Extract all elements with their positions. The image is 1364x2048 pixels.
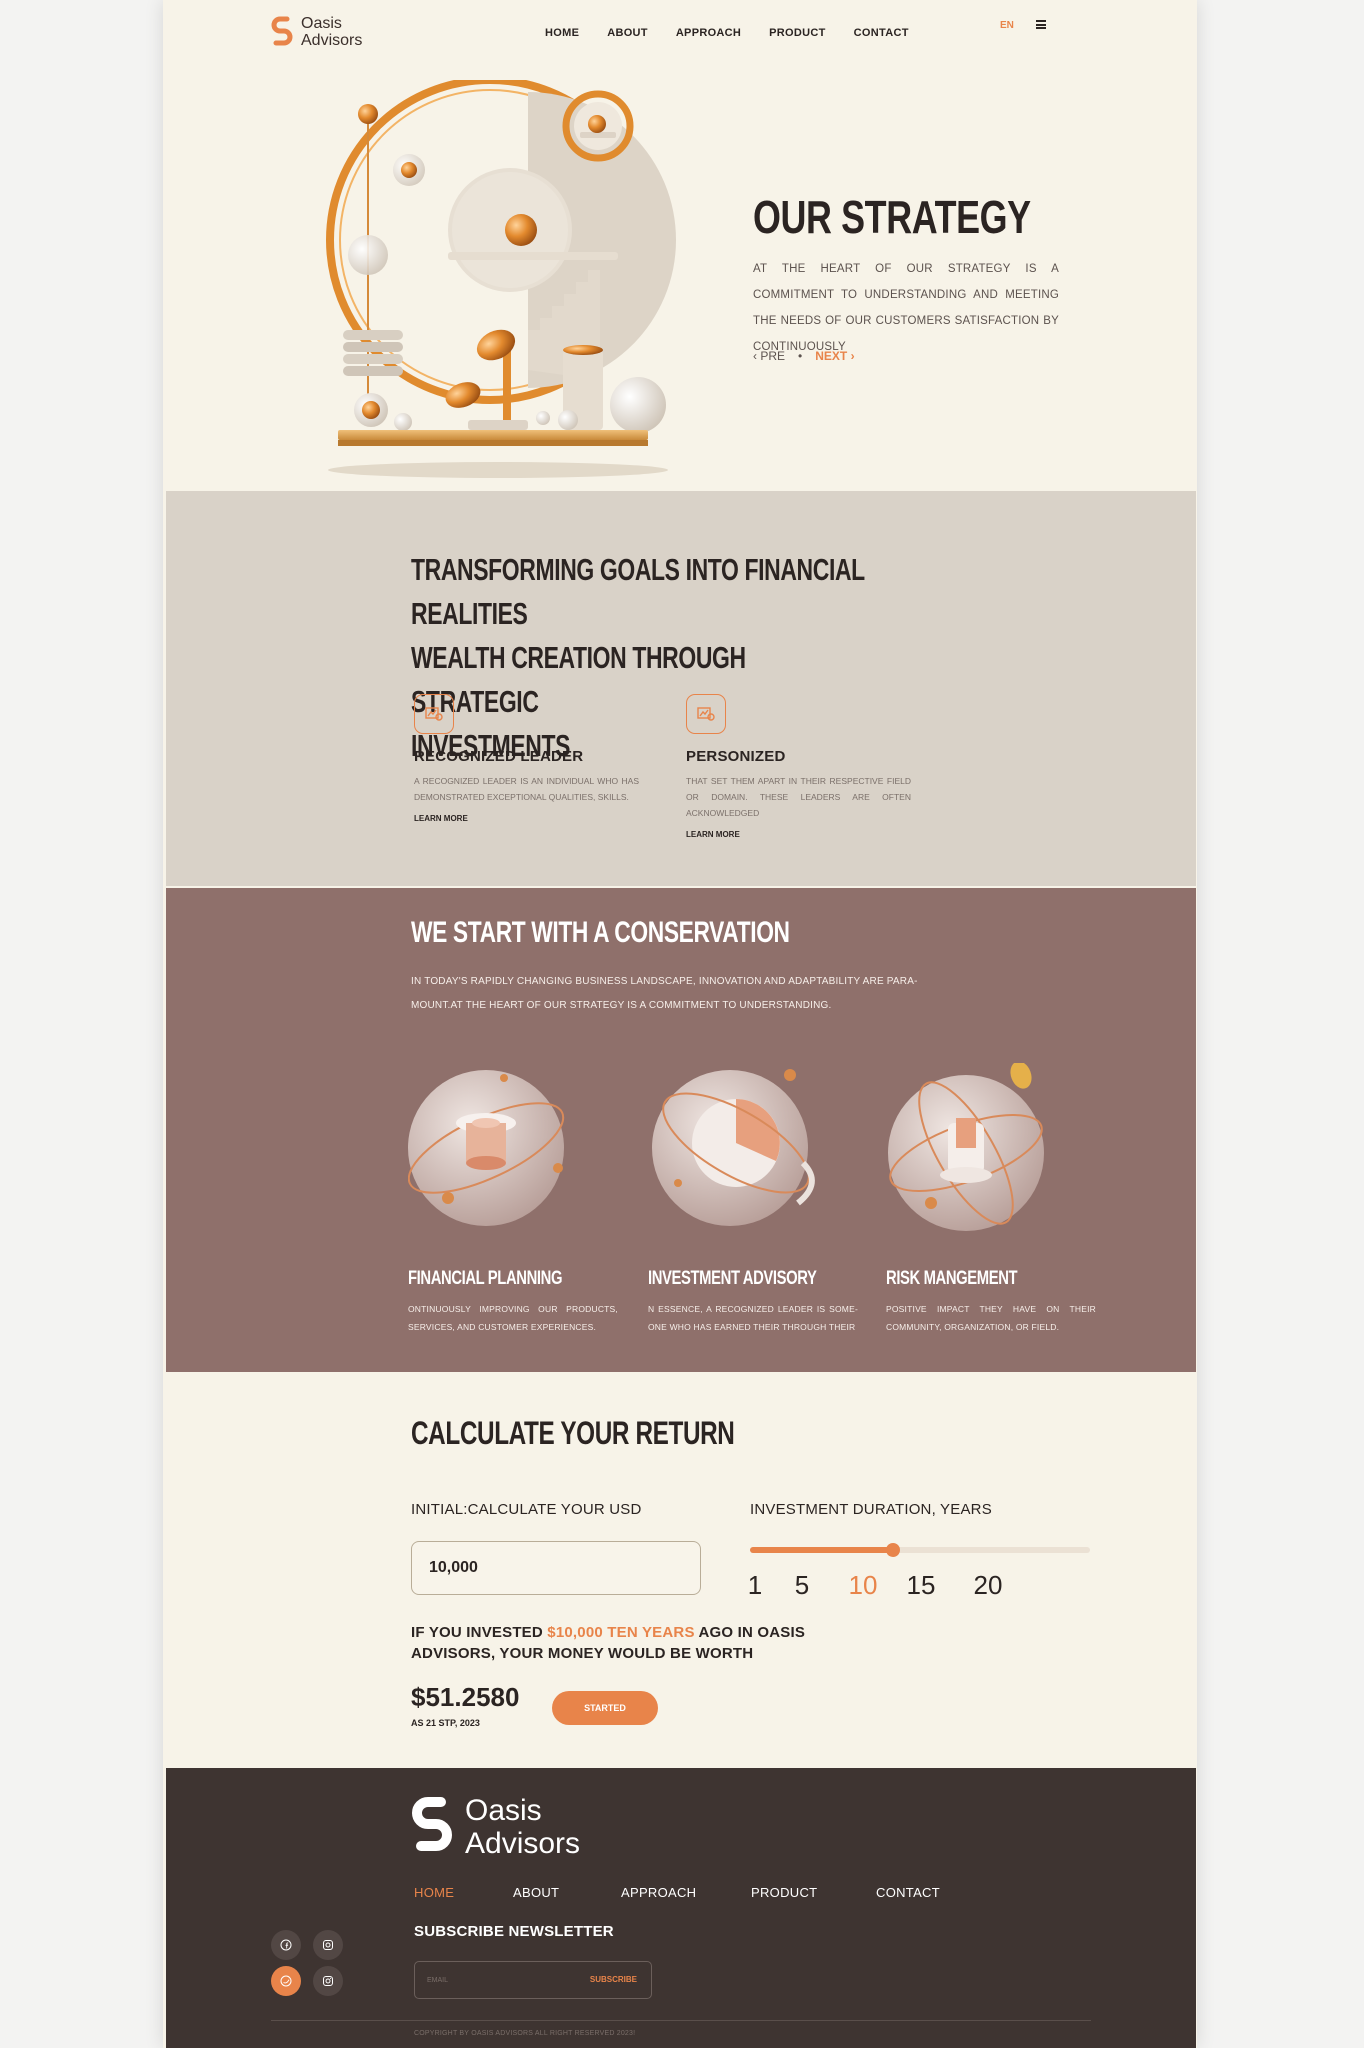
instagram-icon[interactable] [313, 1930, 343, 1960]
footer-divider [271, 2020, 1091, 2021]
pre-button[interactable]: ‹ PRE [753, 349, 785, 363]
goals-title-line1: TRANSFORMING GOALS INTO FINANCIAL REALIT… [411, 552, 865, 631]
duration-slider[interactable] [750, 1543, 1090, 1557]
service-text: ONTINUOUSLY IMPROVING OUR PRODUCTS, SERV… [408, 1304, 618, 1332]
facebook-icon[interactable] [271, 1930, 301, 1960]
footer-nav-approach[interactable]: APPROACH [621, 1885, 696, 1900]
footer-nav-product[interactable]: PRODUCT [751, 1885, 817, 1900]
initial-label: INITIAL:CALCULATE YOUR USD [411, 1501, 642, 1518]
brand-logo[interactable]: Oasis Advisors [271, 15, 362, 49]
service-title: INVESTMENT ADVISORY [648, 1268, 817, 1289]
conversation-section: WE START WITH A CONSERVATION IN TODAY'S … [166, 888, 1196, 1372]
footer-logo-text: Oasis Advisors [465, 1794, 580, 1860]
feature-recognized-leader: RECOGNIZED LEADER A RECOGNIZED LEADER IS… [414, 694, 639, 823]
conversation-text: IN TODAY'S RAPIDLY CHANGING BUSINESS LAN… [411, 976, 918, 1011]
nav-product[interactable]: PRODUCT [769, 27, 826, 39]
feature-text: A RECOGNIZED LEADER IS AN INDIVIDUAL WHO… [414, 776, 639, 802]
duration-option[interactable]: 10 [849, 1570, 878, 1601]
pager-dot: • [798, 349, 803, 363]
hero-text: AT THE HEART OF OUR STRATEGY IS A COMMIT… [753, 263, 1059, 353]
service-title: FINANCIAL PLANNING [408, 1268, 563, 1289]
feature-personized: PERSONIZED THAT SET THEM APART IN THEIR … [686, 694, 911, 839]
result-highlight: $10,000 TEN YEARS [547, 1624, 695, 1641]
nav-home[interactable]: HOME [545, 27, 579, 39]
service-title: RISK MANGEMENT [886, 1268, 1018, 1289]
nav-about[interactable]: ABOUT [607, 27, 648, 39]
calculator-title: CALCULATE YOUR RETURN [411, 1415, 735, 1451]
result-prefix: IF YOU INVESTED [411, 1624, 548, 1641]
initial-amount-input[interactable]: 10,000 [411, 1541, 701, 1595]
service-investment-advisory: INVESTMENT ADVISORY N ESSENCE, A RECOGNI… [648, 1063, 858, 1336]
footer-logo[interactable]: Oasis Advisors [411, 1794, 580, 1860]
goals-section: TRANSFORMING GOALS INTO FINANCIAL REALIT… [166, 491, 1196, 886]
service-text: POSITIVE IMPACT THEY HAVE ON THEIR COMMU… [886, 1304, 1096, 1332]
footer-nav-contact[interactable]: CONTACT [876, 1885, 940, 1900]
service-illustration [888, 1061, 1044, 1231]
newsletter-title: SUBSCRIBE NEWSLETTER [414, 1923, 614, 1940]
next-button[interactable]: NEXT › [815, 349, 854, 363]
learn-more-link[interactable]: LEARN MORE [686, 830, 911, 839]
copyright: COPYRIGHT BY OASIS ADVISORS ALL RIGHT RE… [414, 2030, 636, 2037]
logo-text: Oasis Advisors [301, 15, 362, 49]
next-label: NEXT [815, 349, 848, 363]
chart-icon [414, 694, 454, 734]
nav-contact[interactable]: CONTACT [854, 27, 909, 39]
slider-thumb[interactable] [885, 1543, 900, 1557]
language-switch[interactable]: EN [1000, 20, 1014, 31]
service-risk-mangement: RISK MANGEMENT POSITIVE IMPACT THEY HAVE… [886, 1061, 1096, 1336]
footer: Oasis Advisors HOME ABOUT APPROACH PRODU… [166, 1768, 1196, 2048]
logo-line2: Advisors [301, 32, 363, 49]
feature-text: THAT SET THEM APART IN THEIR RESPECTIVE … [686, 776, 911, 818]
conversation-title: WE START WITH A CONSERVATION [411, 916, 790, 949]
main-nav: HOME ABOUT APPROACH PRODUCT CONTACT [545, 27, 937, 39]
logo-mark-icon [412, 1797, 452, 1851]
learn-more-link[interactable]: LEARN MORE [414, 814, 639, 823]
service-illustration [652, 1069, 815, 1226]
service-illustration [407, 1070, 565, 1226]
footer-nav-about[interactable]: ABOUT [513, 1885, 559, 1900]
logo-line1: Oasis [301, 15, 342, 32]
footer-nav-home[interactable]: HOME [414, 1885, 454, 1900]
hero-illustration [326, 80, 676, 478]
slider-fill [750, 1547, 893, 1553]
service-financial-planning: FINANCIAL PLANNING ONTINUOUSLY IMPROVING… [407, 1063, 618, 1336]
duration-option[interactable]: 15 [907, 1570, 936, 1601]
footer-logo-line2: Advisors [465, 1827, 581, 1860]
hero-pager: ‹ PRE • NEXT › [753, 349, 855, 363]
newsletter-form: SUBSCRIBE [414, 1961, 652, 1999]
instagram-icon[interactable] [313, 1966, 343, 1996]
worth-value: $51.2580 [411, 1682, 520, 1712]
service-text: N ESSENCE, A RECOGNIZED LEADER IS SOME-O… [648, 1304, 858, 1332]
duration-option[interactable]: 1 [748, 1570, 762, 1601]
email-input[interactable] [427, 1971, 567, 1989]
logo-mark-icon [271, 16, 293, 46]
feature-title: PERSONIZED [686, 748, 786, 765]
twitter-icon[interactable] [271, 1966, 301, 1996]
subscribe-button[interactable]: SUBSCRIBE [590, 1975, 637, 1984]
hero-title: OUR STRATEGY [753, 191, 1031, 243]
page: Oasis Advisors HOME ABOUT APPROACH PRODU… [163, 0, 1197, 2048]
nav-approach[interactable]: APPROACH [676, 27, 741, 39]
chart-icon [686, 694, 726, 734]
feature-title: RECOGNIZED LEADER [414, 748, 584, 765]
duration-label: INVESTMENT DURATION, YEARS [750, 1501, 992, 1518]
result-text: IF YOU INVESTED $10,000 TEN YEARS AGO IN… [411, 1622, 831, 1664]
started-button[interactable]: STARTED [552, 1691, 658, 1725]
hamburger-icon[interactable] [1036, 20, 1046, 29]
duration-options: 1 5 10 15 20 [748, 1570, 1100, 1601]
footer-logo-line1: Oasis [465, 1794, 542, 1827]
duration-option[interactable]: 20 [974, 1570, 1003, 1601]
pre-label: PRE [760, 349, 786, 363]
as-of-date: AS 21 STP, 2023 [411, 1718, 480, 1728]
duration-option[interactable]: 5 [795, 1570, 809, 1601]
